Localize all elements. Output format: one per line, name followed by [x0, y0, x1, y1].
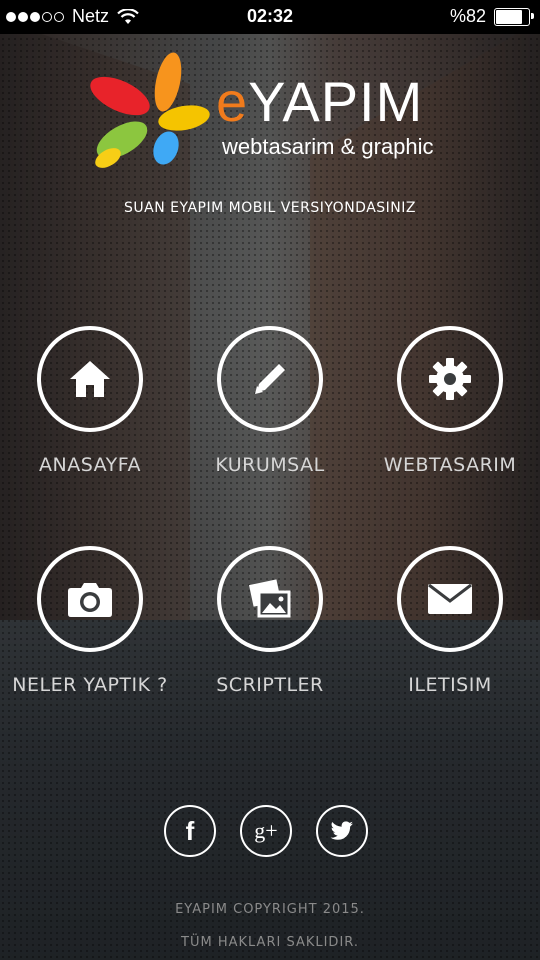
menu-item-scriptler[interactable]: SCRIPTLER: [180, 546, 360, 696]
rights-text: TÜM HAKLARI SAKLIDIR.: [181, 935, 359, 950]
battery-cap: [531, 12, 534, 19]
gear-icon: [429, 358, 471, 400]
logo-subtitle: webtasarim & graphic: [222, 134, 434, 159]
battery-fill: [496, 9, 523, 24]
menu-circle: [397, 546, 503, 652]
menu-label: KURUMSAL: [215, 454, 325, 476]
logo-wordmark: eYAPIM: [216, 72, 423, 132]
facebook-button[interactable]: f: [164, 805, 216, 857]
logo-wordmark-rest: YAPIM: [248, 70, 424, 133]
logo-wordmark-first: e: [216, 70, 249, 133]
tagline: SUAN EYAPIM MOBIL VERSIYONDASINIZ: [124, 200, 416, 216]
menu-circle: [37, 546, 143, 652]
flower-logo-icon: [90, 52, 210, 168]
facebook-icon: f: [185, 815, 195, 846]
twitter-icon: [330, 821, 353, 840]
menu-circle: [217, 546, 323, 652]
menu-circle: [397, 326, 503, 432]
battery-icon: [494, 7, 534, 26]
copyright-text: EYAPIM COPYRIGHT 2015.: [175, 902, 365, 917]
googleplus-button[interactable]: g+: [240, 805, 292, 857]
menu-label: SCRIPTLER: [216, 674, 324, 696]
menu-label: ILETISIM: [408, 674, 492, 696]
status-right: %82: [449, 6, 534, 27]
menu-label: ANASAYFA: [39, 454, 141, 476]
envelope-icon: [428, 583, 472, 614]
camera-icon: [68, 583, 112, 617]
twitter-button[interactable]: [316, 805, 368, 857]
menu-item-webtasarim[interactable]: WEBTASARIM: [360, 326, 540, 476]
menu-circle: [217, 326, 323, 432]
status-bar: Netz 02:32 %82: [0, 0, 540, 34]
pencil-icon: [255, 364, 285, 394]
menu-item-neler-yaptik[interactable]: NELER YAPTIK ?: [0, 546, 180, 696]
eyapim-logo[interactable]: eYAPIM webtasarim & graphic: [84, 50, 464, 170]
home-icon: [70, 361, 110, 397]
menu-item-iletisim[interactable]: ILETISIM: [360, 546, 540, 696]
images-icon: [249, 579, 291, 618]
menu-label: WEBTASARIM: [383, 454, 517, 476]
battery-percentage: %82: [449, 6, 486, 26]
menu-item-kurumsal[interactable]: KURUMSAL: [180, 326, 360, 476]
menu-item-anasayfa[interactable]: ANASAYFA: [0, 326, 180, 476]
menu-label: NELER YAPTIK ?: [12, 674, 168, 696]
menu-circle: [37, 326, 143, 432]
googleplus-icon: g+: [254, 818, 278, 843]
